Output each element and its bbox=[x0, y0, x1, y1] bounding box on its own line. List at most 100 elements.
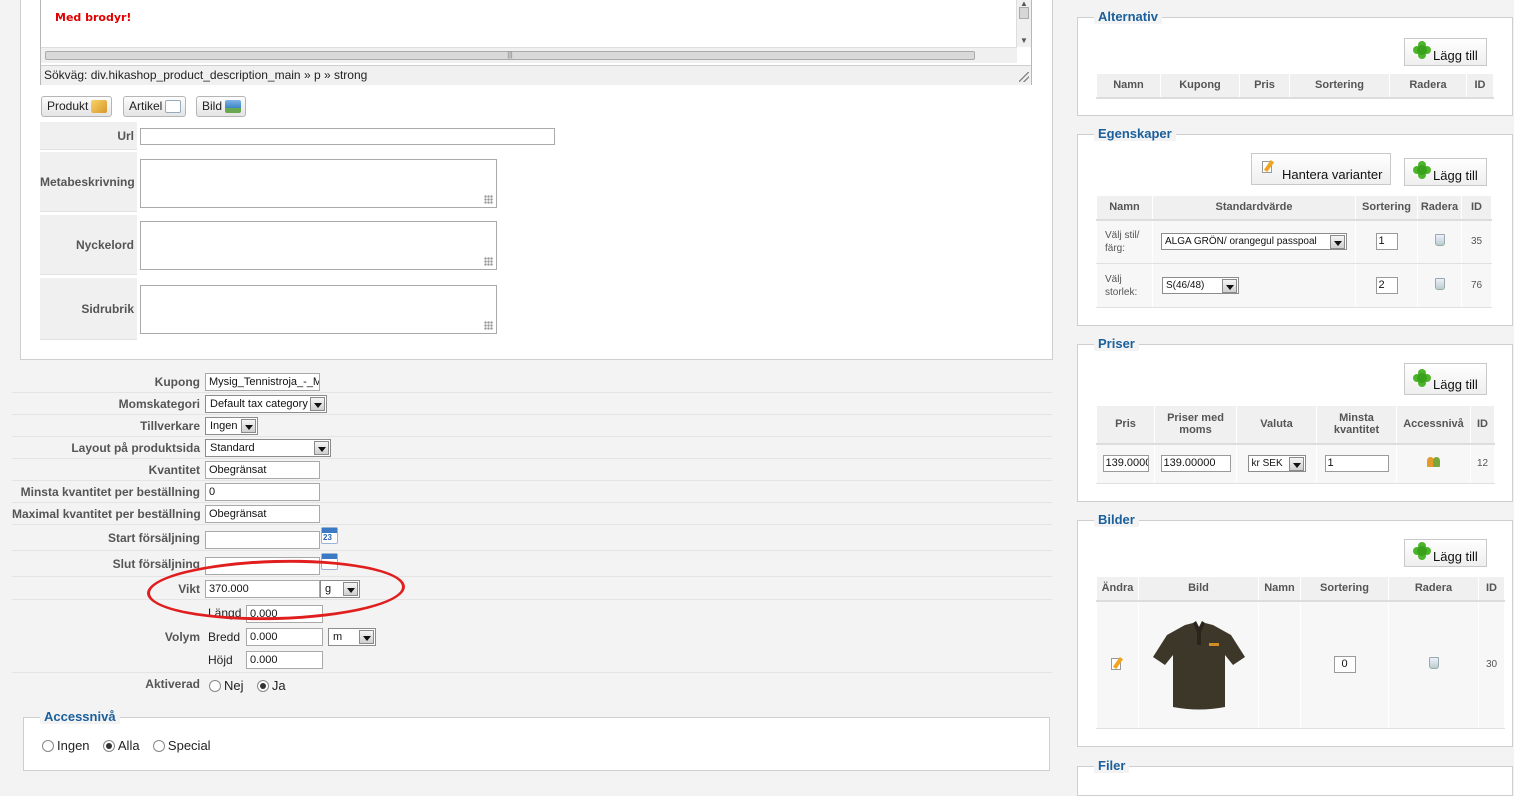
users-icon[interactable] bbox=[1426, 457, 1441, 468]
bilder-title: Bilder bbox=[1094, 512, 1139, 527]
column-header: Namn bbox=[1096, 195, 1153, 221]
order-input[interactable]: 0 bbox=[1333, 656, 1356, 674]
filer-title: Filer bbox=[1094, 758, 1130, 773]
row-id: 30 bbox=[1478, 600, 1505, 729]
access-level-fieldset: Accessnivå Ingen Alla Special bbox=[23, 709, 1050, 771]
column-header: Pris bbox=[1096, 405, 1155, 445]
add-icon bbox=[1413, 369, 1431, 387]
description-editor[interactable]: Med brodyr! ▲ ▼ ||| Sökväg: div.hikashop… bbox=[40, 0, 1032, 85]
manage-variants-button[interactable]: Hantera varianter bbox=[1251, 153, 1392, 185]
row-id: 76 bbox=[1461, 263, 1492, 308]
insert-product-button[interactable]: Produkt bbox=[41, 96, 113, 117]
scroll-down-icon[interactable]: ▼ bbox=[1020, 36, 1028, 45]
price-input[interactable]: 139.0000 bbox=[1102, 455, 1149, 473]
insert-image-button[interactable]: Bild bbox=[196, 96, 247, 117]
column-header: Sortering bbox=[1300, 576, 1389, 602]
sale-start-row: Start försäljning 23 bbox=[12, 527, 1052, 551]
column-header: Minsta kvantitet bbox=[1316, 405, 1397, 445]
resize-grip-icon[interactable] bbox=[484, 257, 493, 266]
height-input[interactable]: 0.000 bbox=[246, 651, 323, 669]
default-value-select[interactable]: ALGA GRÖN/ orangegul passpoal bbox=[1161, 233, 1347, 251]
width-input[interactable]: 0.000 bbox=[246, 628, 323, 646]
chevron-down-icon bbox=[241, 419, 256, 433]
published-no-radio[interactable] bbox=[209, 679, 221, 692]
table-row: Välj stil/färg: ALGA GRÖN/ orangegul pas… bbox=[1096, 219, 1492, 264]
column-header: Sortering bbox=[1355, 195, 1418, 221]
add-icon bbox=[1413, 161, 1431, 179]
egenskaper-panel: Egenskaper Hantera varianter Lägg till N… bbox=[1077, 126, 1513, 326]
add-image-button[interactable]: Lägg till bbox=[1404, 539, 1487, 567]
editor-path-bar: Sökväg: div.hikashop_product_description… bbox=[41, 65, 1031, 85]
published-label: Aktiverad bbox=[145, 677, 200, 691]
url-input[interactable] bbox=[140, 128, 555, 145]
scrollbar-thumb[interactable]: ||| bbox=[45, 51, 975, 60]
resize-grip-icon[interactable] bbox=[484, 321, 493, 330]
sale-end-row: Slut försäljning bbox=[12, 553, 1052, 577]
add-characteristic-button[interactable]: Lägg till bbox=[1404, 158, 1487, 186]
column-header: Bild bbox=[1138, 576, 1259, 602]
bilder-table: Ändra Bild Namn Sortering Radera ID 0 30 bbox=[1096, 576, 1505, 729]
order-input[interactable]: 1 bbox=[1375, 233, 1398, 251]
max-quantity-input[interactable]: Obegränsat bbox=[205, 505, 320, 523]
page-title-textarea[interactable] bbox=[140, 285, 497, 334]
editor-content[interactable]: Med brodyr! bbox=[55, 11, 131, 24]
table-row: 139.0000 139.00000 kr SEK 1 12 bbox=[1096, 443, 1495, 484]
table-row: Välj storlek: S(46/48) 2 76 bbox=[1096, 263, 1492, 308]
layout-row: Layout på produktsida Standard bbox=[12, 437, 1052, 459]
egenskaper-table: Namn Standardvärde Sortering Radera ID V… bbox=[1096, 195, 1492, 308]
tax-row: Momskategori Default tax category bbox=[12, 393, 1052, 415]
product-image[interactable] bbox=[1138, 600, 1259, 729]
resize-grip-icon[interactable] bbox=[484, 195, 493, 204]
manufacturer-select[interactable]: Ingen bbox=[205, 417, 258, 435]
published-yes-radio[interactable] bbox=[256, 679, 269, 692]
volume-row: Volym Längd 0.000 Bredd 0.000 m Höjd 0.0… bbox=[12, 603, 1052, 673]
coupon-input[interactable]: Mysig_Tennistroja_-_Me bbox=[205, 373, 320, 391]
min-quantity-input[interactable]: 0 bbox=[205, 483, 320, 501]
sale-start-input[interactable] bbox=[205, 531, 320, 549]
column-header: Radera bbox=[1389, 73, 1467, 99]
edit-icon[interactable] bbox=[1111, 656, 1124, 670]
keywords-label: Nyckelord bbox=[40, 215, 137, 275]
layout-select[interactable]: Standard bbox=[205, 439, 331, 457]
column-header: Namn bbox=[1096, 73, 1161, 99]
price-with-vat-input[interactable]: 139.00000 bbox=[1160, 455, 1231, 473]
calendar-icon[interactable]: 23 bbox=[321, 527, 338, 544]
access-all-radio[interactable] bbox=[102, 739, 115, 752]
scrollbar-thumb[interactable] bbox=[1019, 7, 1029, 19]
layout-label: Layout på produktsida bbox=[71, 441, 200, 455]
column-header: Radera bbox=[1388, 576, 1479, 602]
column-header: ID bbox=[1461, 195, 1492, 221]
image-icon bbox=[225, 100, 242, 114]
delete-icon[interactable] bbox=[1428, 657, 1439, 670]
dimension-unit-select[interactable]: m bbox=[328, 628, 376, 646]
insert-article-button[interactable]: Artikel bbox=[123, 96, 187, 117]
chevron-down-icon bbox=[1222, 279, 1237, 293]
sale-end-label: Slut försäljning bbox=[112, 557, 200, 571]
editor-vertical-scrollbar[interactable]: ▲ ▼ bbox=[1016, 0, 1031, 47]
column-header: Valuta bbox=[1236, 405, 1317, 445]
chevron-down-icon bbox=[1288, 457, 1304, 472]
characteristic-name: Välj storlek: bbox=[1096, 263, 1153, 308]
delete-icon[interactable] bbox=[1434, 278, 1445, 290]
chevron-down-icon bbox=[310, 397, 325, 411]
tax-select[interactable]: Default tax category bbox=[205, 395, 327, 413]
keywords-textarea[interactable] bbox=[140, 221, 497, 270]
column-header: Accessnivå bbox=[1396, 405, 1471, 445]
priser-panel: Priser Lägg till Pris Priser med moms Va… bbox=[1077, 336, 1513, 502]
add-price-button[interactable]: Lägg till bbox=[1404, 363, 1487, 395]
add-option-button[interactable]: Lägg till bbox=[1404, 38, 1487, 66]
access-special-radio[interactable] bbox=[152, 739, 165, 752]
quantity-input[interactable]: Obegränsat bbox=[205, 461, 320, 479]
resize-handle-icon[interactable] bbox=[1019, 72, 1029, 82]
priser-title: Priser bbox=[1094, 336, 1139, 351]
default-value-select[interactable]: S(46/48) bbox=[1162, 277, 1239, 294]
min-quantity-row: Minsta kvantitet per beställning 0 bbox=[12, 481, 1052, 503]
order-input[interactable]: 2 bbox=[1375, 277, 1398, 294]
currency-select[interactable]: kr SEK bbox=[1247, 455, 1306, 473]
min-quantity-price-input[interactable]: 1 bbox=[1324, 455, 1389, 473]
metadescription-textarea[interactable] bbox=[140, 159, 497, 208]
editor-horizontal-scrollbar[interactable]: ||| bbox=[41, 47, 1017, 63]
quantity-label: Kvantitet bbox=[148, 463, 200, 477]
access-none-radio[interactable] bbox=[42, 739, 54, 752]
delete-icon[interactable] bbox=[1434, 234, 1445, 247]
